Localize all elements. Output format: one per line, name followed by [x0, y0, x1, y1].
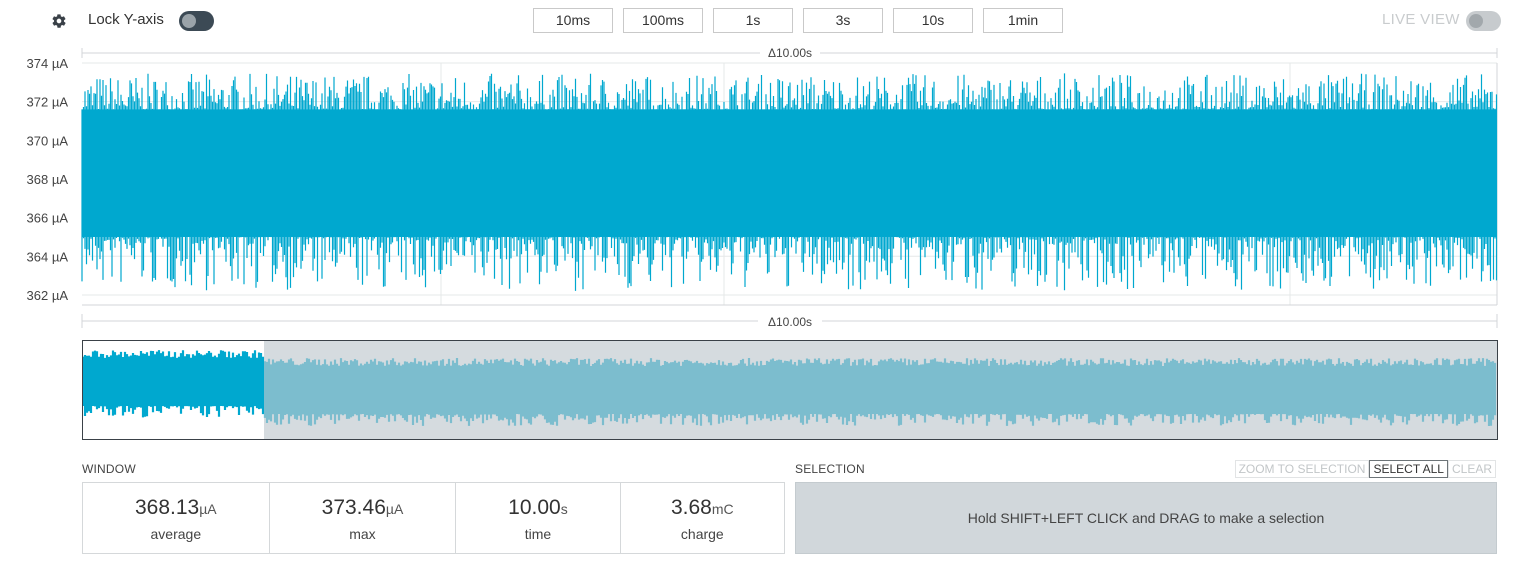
stat-unit: mC: [711, 501, 734, 517]
stat-label: time: [524, 526, 552, 542]
select-all-button[interactable]: SELECT ALL: [1369, 460, 1448, 478]
y-tick-label: 374 µA: [27, 56, 69, 71]
minimap-shade[interactable]: [264, 341, 1497, 439]
live-view-label: LIVE VIEW: [1382, 11, 1460, 28]
bottom-span-label: Δ10.00s: [768, 315, 812, 329]
window-button-100ms[interactable]: 100ms: [623, 8, 703, 33]
selection-section-label: SELECTION: [795, 462, 865, 476]
stat-charge: 3.68mC charge: [621, 483, 784, 553]
stat-label: charge: [680, 526, 724, 542]
stat-unit: s: [560, 501, 568, 517]
selection-panel: Hold SHIFT+LEFT CLICK and DRAG to make a…: [795, 482, 1497, 554]
window-button-1min[interactable]: 1min: [983, 8, 1063, 33]
stat-max: 373.46µA max: [270, 483, 457, 553]
window-button-3s[interactable]: 3s: [803, 8, 883, 33]
stat-unit: µA: [199, 501, 217, 517]
selection-hint: Hold SHIFT+LEFT CLICK and DRAG to make a…: [967, 510, 1325, 526]
stat-label: average: [150, 526, 202, 542]
y-tick-label: 368 µA: [27, 172, 69, 187]
stat-label: max: [349, 526, 376, 542]
stat-unit: µA: [385, 501, 404, 517]
stat-value: 10.00: [508, 496, 561, 519]
live-view-toggle[interactable]: [1466, 11, 1501, 31]
y-tick-label: 364 µA: [27, 249, 69, 264]
lock-y-axis-toggle[interactable]: [179, 11, 214, 31]
toggle-knob: [1469, 14, 1483, 28]
current-chart[interactable]: 374 µA 372 µA 370 µA 368 µA 366 µA 364 µA 362 …: [0, 40, 1524, 330]
gear-icon[interactable]: [51, 13, 67, 29]
clear-button[interactable]: CLEAR: [1447, 460, 1496, 478]
y-tick-label: 372 µA: [27, 95, 69, 110]
y-tick-label: 370 µA: [27, 133, 69, 148]
selection-actions: ZOOM TO SELECTION SELECT ALL CLEAR: [1234, 460, 1496, 478]
stat-value: 3.68: [670, 496, 712, 519]
y-tick-label: 362 µA: [27, 288, 69, 303]
top-span-label: Δ10.00s: [768, 46, 812, 60]
window-button-1s[interactable]: 1s: [713, 8, 793, 33]
y-tick-label: 366 µA: [27, 211, 69, 226]
minimap-chart[interactable]: [82, 340, 1498, 440]
window-button-10ms[interactable]: 10ms: [533, 8, 613, 33]
stat-time: 10.00s time: [456, 483, 621, 553]
stat-average: 368.13µA average: [83, 483, 270, 553]
toggle-knob: [182, 14, 196, 28]
lock-y-axis-label: Lock Y-axis: [88, 11, 164, 28]
window-section-label: WINDOW: [82, 462, 136, 476]
zoom-to-selection-button[interactable]: ZOOM TO SELECTION: [1234, 460, 1370, 478]
stat-value: 368.13: [135, 496, 200, 519]
window-stats: 368.13µA average 373.46µA max 10.00s tim…: [82, 482, 785, 554]
window-button-10s[interactable]: 10s: [893, 8, 973, 33]
stat-value: 373.46: [321, 496, 386, 519]
